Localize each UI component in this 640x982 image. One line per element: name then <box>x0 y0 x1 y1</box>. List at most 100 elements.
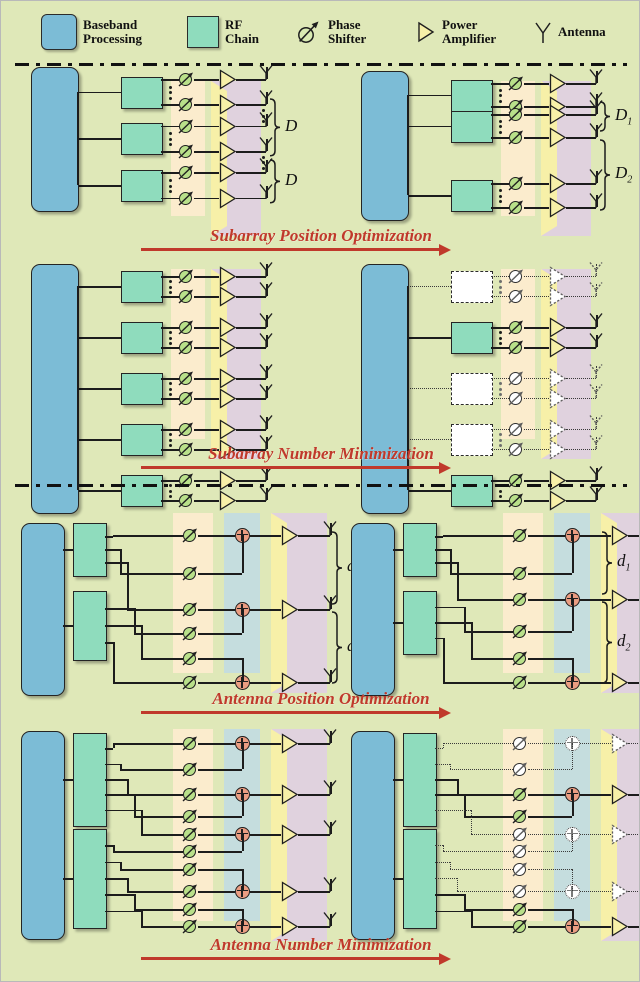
phase-shifter-icon[interactable] <box>508 288 524 304</box>
power-amplifier-icon[interactable] <box>281 916 299 937</box>
phase-shifter-icon[interactable] <box>182 565 198 581</box>
phase-shifter-icon[interactable] <box>178 390 194 406</box>
rf-chain-block[interactable] <box>73 829 107 929</box>
phase-shifter-icon[interactable] <box>508 370 524 386</box>
power-amplifier-icon[interactable] <box>549 368 567 389</box>
phase-shifter-icon[interactable] <box>178 339 194 355</box>
power-amplifier-icon[interactable] <box>549 173 567 194</box>
phase-shifter-icon[interactable] <box>508 199 524 215</box>
power-amplifier-icon[interactable] <box>549 419 567 440</box>
rf-chain-block[interactable] <box>73 733 107 827</box>
power-amplifier-icon[interactable] <box>219 162 237 184</box>
power-amplifier-icon[interactable] <box>219 286 237 307</box>
baseband-processing-block[interactable] <box>31 67 79 212</box>
phase-shifter-icon[interactable] <box>508 268 524 284</box>
antenna-icon[interactable] <box>259 281 273 298</box>
phase-shifter-icon[interactable] <box>178 492 194 508</box>
antenna-icon[interactable] <box>589 332 603 349</box>
power-amplifier-icon[interactable] <box>219 490 237 511</box>
antenna-icon[interactable] <box>323 819 337 836</box>
antenna-icon[interactable] <box>259 383 273 400</box>
baseband-processing-block[interactable] <box>21 731 65 940</box>
phase-shifter-icon[interactable] <box>178 143 194 159</box>
phase-shifter-icon[interactable] <box>508 129 524 145</box>
baseband-processing-block[interactable] <box>31 264 79 514</box>
rf-chain-block[interactable] <box>403 829 437 929</box>
antenna-icon[interactable] <box>589 434 603 451</box>
power-amplifier-icon[interactable] <box>611 733 629 754</box>
phase-shifter-icon[interactable] <box>512 674 528 690</box>
phase-shifter-icon[interactable] <box>512 786 528 802</box>
rf-chain-block-inactive[interactable] <box>451 373 493 405</box>
phase-shifter-icon[interactable] <box>182 808 198 824</box>
power-amplifier-icon[interactable] <box>219 94 237 116</box>
power-amplifier-icon[interactable] <box>549 286 567 307</box>
phase-shifter-icon[interactable] <box>512 565 528 581</box>
power-amplifier-icon[interactable] <box>219 266 237 287</box>
phase-shifter-icon[interactable] <box>508 390 524 406</box>
phase-shifter-icon[interactable] <box>512 808 528 824</box>
antenna-icon[interactable] <box>323 911 337 928</box>
power-amplifier-icon[interactable] <box>549 470 567 491</box>
rf-chain-block[interactable] <box>121 170 163 203</box>
rf-chain-block[interactable] <box>451 322 493 354</box>
power-amplifier-icon[interactable] <box>549 439 567 460</box>
phase-shifter-icon[interactable] <box>512 527 528 543</box>
rf-chain-block[interactable] <box>121 322 163 354</box>
power-amplifier-icon[interactable] <box>219 388 237 409</box>
phase-shifter-icon[interactable] <box>508 106 524 122</box>
power-amplifier-icon[interactable] <box>549 127 567 148</box>
phase-shifter-icon[interactable] <box>182 843 198 859</box>
phase-shifter-icon[interactable] <box>182 527 198 543</box>
rf-chain-block[interactable] <box>451 110 493 143</box>
power-amplifier-icon[interactable] <box>219 470 237 491</box>
antenna-icon[interactable] <box>259 332 273 349</box>
power-amplifier-icon[interactable] <box>219 419 237 440</box>
antenna-icon[interactable] <box>323 876 337 893</box>
phase-shifter-icon[interactable] <box>182 901 198 917</box>
power-amplifier-icon[interactable] <box>549 337 567 358</box>
power-amplifier-icon[interactable] <box>281 784 299 805</box>
rf-chain-block[interactable] <box>121 271 163 303</box>
phase-shifter-icon[interactable] <box>182 650 198 666</box>
phase-shifter-icon[interactable] <box>178 190 194 206</box>
rf-chain-block-inactive[interactable] <box>451 271 493 303</box>
phase-shifter-icon[interactable] <box>512 843 528 859</box>
phase-shifter-icon[interactable] <box>508 339 524 355</box>
phase-shifter-icon[interactable] <box>182 674 198 690</box>
power-amplifier-icon[interactable] <box>549 104 567 125</box>
antenna-icon[interactable] <box>259 64 273 81</box>
antenna-icon[interactable] <box>589 383 603 400</box>
power-amplifier-icon[interactable] <box>219 188 237 209</box>
antenna-icon[interactable] <box>589 312 603 329</box>
phase-shifter-icon[interactable] <box>178 319 194 335</box>
antenna-icon[interactable] <box>323 779 337 796</box>
phase-shifter-icon[interactable] <box>512 761 528 777</box>
power-amplifier-icon[interactable] <box>281 733 299 754</box>
power-amplifier-icon[interactable] <box>549 490 567 511</box>
power-amplifier-icon[interactable] <box>219 317 237 338</box>
phase-shifter-icon[interactable] <box>508 441 524 457</box>
power-amplifier-icon[interactable] <box>549 317 567 338</box>
rf-chain-block[interactable] <box>73 523 107 577</box>
phase-shifter-icon[interactable] <box>182 761 198 777</box>
phase-shifter-icon[interactable] <box>178 164 194 180</box>
power-amplifier-icon[interactable] <box>549 73 567 94</box>
phase-shifter-icon[interactable] <box>512 623 528 639</box>
rf-chain-block[interactable] <box>403 523 437 577</box>
power-amplifier-icon[interactable] <box>219 69 237 90</box>
antenna-icon[interactable] <box>259 261 273 278</box>
antenna-icon[interactable] <box>323 728 337 745</box>
phase-shifter-icon[interactable] <box>508 75 524 91</box>
phase-shifter-icon[interactable] <box>182 883 198 899</box>
power-amplifier-icon[interactable] <box>281 525 299 546</box>
phase-shifter-icon[interactable] <box>178 370 194 386</box>
power-amplifier-icon[interactable] <box>549 388 567 409</box>
phase-shifter-icon[interactable] <box>508 175 524 191</box>
antenna-icon[interactable] <box>259 485 273 502</box>
phase-shifter-icon[interactable] <box>182 625 198 641</box>
baseband-processing-block[interactable] <box>351 523 395 696</box>
rf-chain-block[interactable] <box>121 373 163 405</box>
baseband-processing-block[interactable] <box>361 264 409 514</box>
phase-shifter-icon[interactable] <box>512 918 528 934</box>
